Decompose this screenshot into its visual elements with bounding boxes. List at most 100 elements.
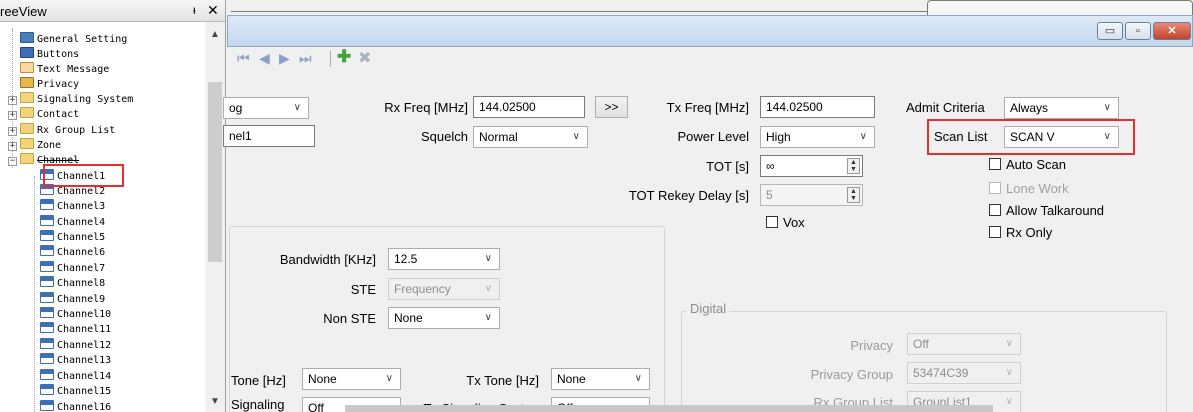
expand-icon[interactable]: + (8, 96, 17, 105)
tree-item-channel14[interactable]: Channel14 (40, 369, 111, 384)
delete-icon[interactable]: ✖ (358, 48, 371, 68)
squelch-select[interactable]: Normal ∨ (473, 126, 588, 148)
toolbar-separator (330, 51, 331, 67)
bandwidth-select[interactable]: 12.5 ∨ (388, 248, 500, 270)
tx-freq-input[interactable]: 144.02500 (760, 96, 875, 118)
last-record-icon[interactable]: ⏭ (299, 50, 312, 67)
checkbox-box[interactable] (766, 216, 778, 228)
tree-item-channel4[interactable]: Channel4 (40, 215, 105, 230)
vox-checkbox[interactable]: Vox (766, 215, 805, 230)
rx-only-checkbox[interactable]: Rx Only (989, 225, 1052, 240)
tree-item-label: Channel2 (57, 186, 106, 197)
tx-tone-select[interactable]: None ∨ (551, 368, 650, 390)
tree-item-contact[interactable]: Contact (20, 107, 79, 122)
chevron-down-icon: ∨ (859, 131, 867, 142)
tot-spinner[interactable]: ∞ ▲ ▼ (760, 155, 863, 177)
close-icon[interactable]: ✕ (207, 2, 219, 19)
privacy-value: Off (913, 337, 929, 351)
first-record-icon[interactable]: ⏮ (237, 50, 250, 67)
auto-scan-checkbox[interactable]: Auto Scan (989, 157, 1066, 172)
collapse-icon[interactable]: − (8, 157, 17, 166)
channel-mode-value: og (229, 101, 243, 115)
scan-list-highlight-box (927, 119, 1135, 155)
channel-name-input[interactable]: nel1 (223, 125, 315, 147)
tree-item-channel13[interactable]: Channel13 (40, 353, 111, 368)
scroll-up-icon[interactable]: ▲ (210, 29, 220, 40)
copy-rx-to-tx-button[interactable]: >> (595, 96, 628, 118)
scroll-down-icon[interactable]: ▼ (210, 396, 220, 407)
channel-mode-select[interactable]: og ∨ (223, 97, 309, 119)
channel-analog-icon (40, 292, 54, 303)
tab-strip (227, 0, 1193, 15)
add-icon[interactable]: ✚ (337, 47, 351, 67)
tree-scrollbar[interactable]: ▲ ▼ (205, 22, 225, 412)
non-ste-label: Non STE (323, 311, 376, 326)
channel-analog-icon (40, 276, 54, 287)
tree-item-channel7[interactable]: Channel7 (40, 261, 105, 276)
tree-item-label: Channel16 (57, 402, 112, 412)
tree-item-channel16[interactable]: Channel16 (40, 400, 111, 412)
tree-item-buttons[interactable]: Buttons (20, 47, 79, 62)
rx-tone-label: Tone [Hz] (231, 373, 286, 388)
tot-rekey-delay-label: TOT Rekey Delay [s] (628, 188, 749, 203)
tree-item-rx-group-list[interactable]: Rx Group List (20, 123, 115, 138)
checkbox-box[interactable] (989, 204, 1001, 216)
next-record-icon[interactable]: ▶ (279, 50, 290, 67)
tot-label: TOT [s] (706, 159, 749, 174)
rx-tone-value: None (308, 372, 337, 386)
tree-item-channel6[interactable]: Channel6 (40, 245, 105, 260)
tree-item-label: Signaling System (37, 94, 134, 105)
privacy-group-value: 53474C39 (913, 366, 969, 380)
tree-item-signaling-system[interactable]: Signaling System (20, 92, 133, 107)
non-ste-value: None (394, 311, 423, 325)
tree-item-channel8[interactable]: Channel8 (40, 276, 105, 291)
horizontal-scrollbar-thumb[interactable] (345, 405, 993, 412)
tree-item-channel11[interactable]: Channel11 (40, 322, 111, 337)
spinner-arrows-icon[interactable]: ▲ ▼ (847, 158, 860, 174)
rx-only-label: Rx Only (1006, 225, 1053, 240)
tree-item-label: Buttons (37, 49, 80, 60)
privacy-icon (20, 77, 34, 88)
channel-analog-icon (40, 322, 54, 333)
tree-item-channel5[interactable]: Channel5 (40, 230, 105, 245)
non-ste-select[interactable]: None ∨ (388, 307, 500, 329)
rx-freq-input[interactable]: 144.02500 (473, 96, 585, 118)
maximize-button[interactable]: ▫ (1125, 22, 1151, 40)
tree-item-label: Channel7 (57, 263, 106, 274)
folder-icon (20, 138, 34, 149)
tree-item-label: Channel14 (57, 371, 112, 382)
scroll-thumb[interactable] (208, 82, 222, 262)
power-level-value: High (766, 130, 791, 144)
tree-item-channel12[interactable]: Channel12 (40, 338, 111, 353)
expand-icon[interactable]: + (8, 127, 17, 136)
tree-item-channel3[interactable]: Channel3 (40, 199, 105, 214)
channel-analog-icon (40, 384, 54, 395)
window-close-button[interactable]: ✕ (1153, 22, 1191, 40)
pin-icon[interactable]: ᵼ (193, 3, 196, 17)
rx-tone-select[interactable]: None ∨ (302, 368, 401, 390)
checkbox-box[interactable] (989, 226, 1001, 238)
tree-item-label: Channel3 (57, 201, 106, 212)
tree-item-label: Channel10 (57, 309, 112, 320)
tree-item-text-message[interactable]: Text Message (20, 62, 109, 77)
tree-item-zone[interactable]: Zone (20, 138, 61, 153)
tree-item-channel15[interactable]: Channel15 (40, 384, 111, 399)
folder-icon (20, 123, 34, 134)
expand-icon[interactable]: + (8, 142, 17, 151)
expand-icon[interactable]: + (8, 111, 17, 120)
power-level-select[interactable]: High ∨ (760, 126, 875, 148)
channel-analog-icon (40, 338, 54, 349)
tree-item-label: Channel6 (57, 247, 106, 258)
minimize-button[interactable]: ▭ (1097, 22, 1123, 40)
ste-label: STE (350, 282, 376, 297)
tree-item-privacy[interactable]: Privacy (20, 77, 79, 92)
tree-item-channel10[interactable]: Channel10 (40, 307, 111, 322)
allow-talkaround-checkbox[interactable]: Allow Talkaround (989, 203, 1104, 218)
admit-criteria-select[interactable]: Always ∨ (1004, 97, 1119, 119)
checkbox-box[interactable] (989, 158, 1001, 170)
tree-item-general-setting[interactable]: General Setting (20, 32, 127, 47)
document-tab[interactable] (927, 0, 1193, 15)
allow-talkaround-label: Allow Talkaround (1006, 203, 1105, 218)
previous-record-icon[interactable]: ◀ (259, 50, 270, 67)
tree-item-channel9[interactable]: Channel9 (40, 292, 105, 307)
